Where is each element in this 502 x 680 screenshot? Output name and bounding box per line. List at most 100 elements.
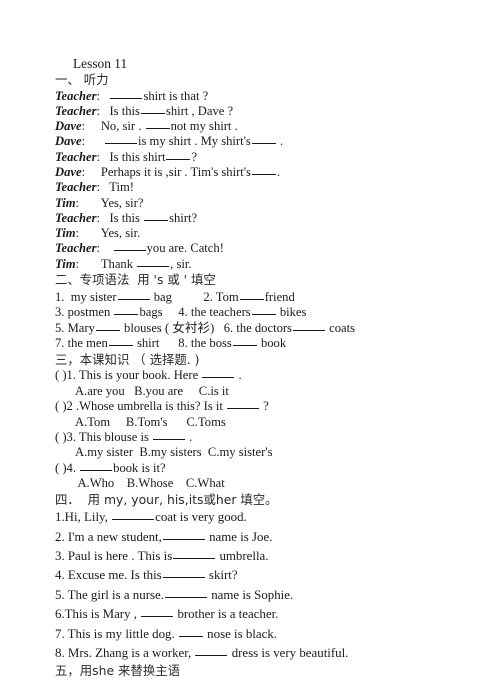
dialogue-line: Tim: Yes, sir? bbox=[55, 196, 462, 211]
choice-options[interactable]: A.are you B.you are C.is it bbox=[55, 384, 462, 399]
choice-question-stem[interactable]: ( )1. This is your book. Here . bbox=[55, 368, 462, 383]
answer-blank[interactable] bbox=[202, 368, 235, 379]
text-run bbox=[79, 226, 101, 240]
answer-blank[interactable] bbox=[140, 104, 165, 114]
answer-blank[interactable] bbox=[166, 150, 191, 160]
text-run: ( )4. bbox=[55, 460, 80, 475]
choice-question-stem[interactable]: ( )2 .Whose umbrella is this? Is it ? bbox=[55, 399, 462, 414]
text-run: name is Sophie. bbox=[207, 587, 294, 602]
text-run bbox=[85, 119, 101, 133]
answer-blank[interactable] bbox=[114, 305, 139, 316]
text-run: . bbox=[276, 134, 284, 149]
choice-options[interactable]: A.Tom B.Tom's C.Toms bbox=[55, 415, 462, 430]
dialogue-line: Tim: Yes, sir. bbox=[55, 226, 462, 241]
fill-blank-item: 8. Mrs. Zhang is a worker, dress is very… bbox=[55, 644, 462, 663]
fill-blank-item: 5. The girl is a nurse. name is Sophie. bbox=[55, 586, 462, 605]
grammar-exercise-item: 8. the boss book bbox=[178, 336, 286, 350]
text-run: bags bbox=[139, 305, 163, 320]
grammar-exercise-row: 1. my sister bag 2. Tom friend bbox=[55, 290, 462, 306]
answer-blank[interactable] bbox=[164, 588, 207, 598]
text-run: you are. Catch! bbox=[146, 241, 224, 256]
dialogue-line: Teacher: shirt is that ? bbox=[55, 89, 462, 104]
text-run bbox=[100, 89, 109, 103]
text-run: Thank bbox=[100, 256, 137, 271]
grammar-exercise-list: 1. my sister bag 2. Tom friend 3. postmen … bbox=[55, 290, 462, 352]
fill-blank-item: 4. Excuse me. Is this skirt? bbox=[55, 566, 462, 585]
text-run: the doctors bbox=[233, 320, 292, 335]
answer-blank[interactable] bbox=[239, 290, 264, 300]
fill-blank-item: 1.Hi, Lily, coat is very good. bbox=[55, 508, 462, 527]
text-run: Is this bbox=[109, 210, 144, 225]
text-run: 1.Hi, Lily, bbox=[55, 510, 112, 525]
answer-blank[interactable] bbox=[227, 399, 260, 410]
dialogue-line: Dave: Perhaps it is ,sir . Tim's shirt's… bbox=[55, 165, 462, 180]
answer-blank[interactable] bbox=[251, 165, 276, 175]
text-run: No, sir . bbox=[100, 119, 145, 134]
answer-blank[interactable] bbox=[144, 211, 169, 221]
text-run: 2. I'm a new student, bbox=[55, 529, 162, 544]
dialogue-speaker: Teacher bbox=[55, 149, 97, 164]
grammar-exercise-row: 5. Mary blouses ( 女衬衫) 6. the doctors co… bbox=[55, 321, 462, 337]
text-run: Tom bbox=[212, 289, 239, 304]
text-run: book bbox=[257, 336, 287, 351]
text-run: ( )2 .Whose umbrella is this? Is it bbox=[55, 399, 227, 414]
answer-blank[interactable] bbox=[178, 627, 203, 637]
answer-blank[interactable] bbox=[232, 336, 257, 347]
text-run: coats bbox=[325, 320, 355, 335]
dialogue-speaker: Teacher bbox=[55, 180, 97, 195]
dialogue-speaker: Tim bbox=[55, 256, 76, 271]
text-run: 8. bbox=[178, 336, 188, 351]
choice-options[interactable]: A.Who B.Whose C.What bbox=[55, 476, 462, 491]
grammar-exercise-item: 3. postmen bags bbox=[55, 305, 163, 319]
dialogue-speaker: Dave bbox=[55, 134, 82, 149]
answer-blank[interactable] bbox=[137, 257, 170, 267]
dialogue-line: Dave: No, sir . not my shirt . bbox=[55, 119, 462, 134]
answer-blank[interactable] bbox=[153, 430, 186, 441]
answer-blank[interactable] bbox=[251, 134, 276, 145]
text-run: . bbox=[235, 368, 242, 383]
text-run: book is it? bbox=[113, 460, 166, 475]
dialogue-list: Teacher: shirt is that ? Teacher: Is this… bbox=[55, 89, 462, 273]
text-run: 6. bbox=[223, 320, 234, 335]
text-run bbox=[214, 321, 223, 335]
text-run: my sister bbox=[64, 289, 117, 304]
text-run: Yes, sir. bbox=[100, 226, 141, 241]
text-run: coat is very good. bbox=[155, 510, 247, 525]
dialogue-speaker: Tim bbox=[55, 195, 76, 210]
choice-question-stem[interactable]: ( )4. book is it? bbox=[55, 461, 462, 476]
grammar-exercise-item: 6. the doctors coats bbox=[224, 321, 355, 335]
answer-blank[interactable] bbox=[112, 510, 155, 521]
answer-blank[interactable] bbox=[173, 549, 216, 559]
answer-blank[interactable] bbox=[108, 336, 133, 347]
text-run bbox=[79, 196, 101, 210]
answer-blank[interactable] bbox=[117, 290, 150, 300]
text-run bbox=[163, 305, 179, 319]
answer-blank[interactable] bbox=[162, 530, 205, 540]
answer-blank[interactable] bbox=[195, 646, 228, 657]
answer-blank[interactable] bbox=[162, 568, 205, 579]
dialogue-speaker: Dave bbox=[55, 119, 82, 134]
answer-blank[interactable] bbox=[251, 305, 276, 316]
text-run: ? bbox=[191, 149, 198, 164]
text-run: is my shirt . My shirt's bbox=[137, 134, 251, 149]
answer-blank[interactable] bbox=[113, 241, 146, 252]
grammar-exercise-item: 2. Tom friend bbox=[203, 290, 294, 304]
grammar-exercise-row: 3. postmen bags 4. the teachers bikes bbox=[55, 305, 462, 321]
grammar-exercise-item: 4. the teachers bikes bbox=[178, 305, 306, 319]
answer-blank[interactable] bbox=[80, 461, 113, 471]
answer-blank[interactable] bbox=[292, 321, 325, 331]
text-run: friend bbox=[264, 289, 295, 304]
answer-blank[interactable] bbox=[141, 607, 174, 618]
text-run: name is Joe. bbox=[205, 529, 273, 544]
choice-options[interactable]: A.my sister B.my sisters C.my sister's bbox=[55, 445, 462, 460]
text-run bbox=[85, 134, 104, 148]
answer-blank[interactable] bbox=[110, 89, 143, 99]
text-run: shirt is that ? bbox=[143, 88, 209, 103]
choice-question-stem[interactable]: ( )3. This blouse is . bbox=[55, 430, 462, 445]
text-run bbox=[159, 336, 178, 350]
dialogue-line: Teacher: Tim! bbox=[55, 180, 462, 195]
answer-blank[interactable] bbox=[104, 134, 137, 145]
answer-blank[interactable] bbox=[95, 321, 120, 331]
answer-blank[interactable] bbox=[145, 119, 170, 130]
text-run bbox=[79, 257, 101, 271]
